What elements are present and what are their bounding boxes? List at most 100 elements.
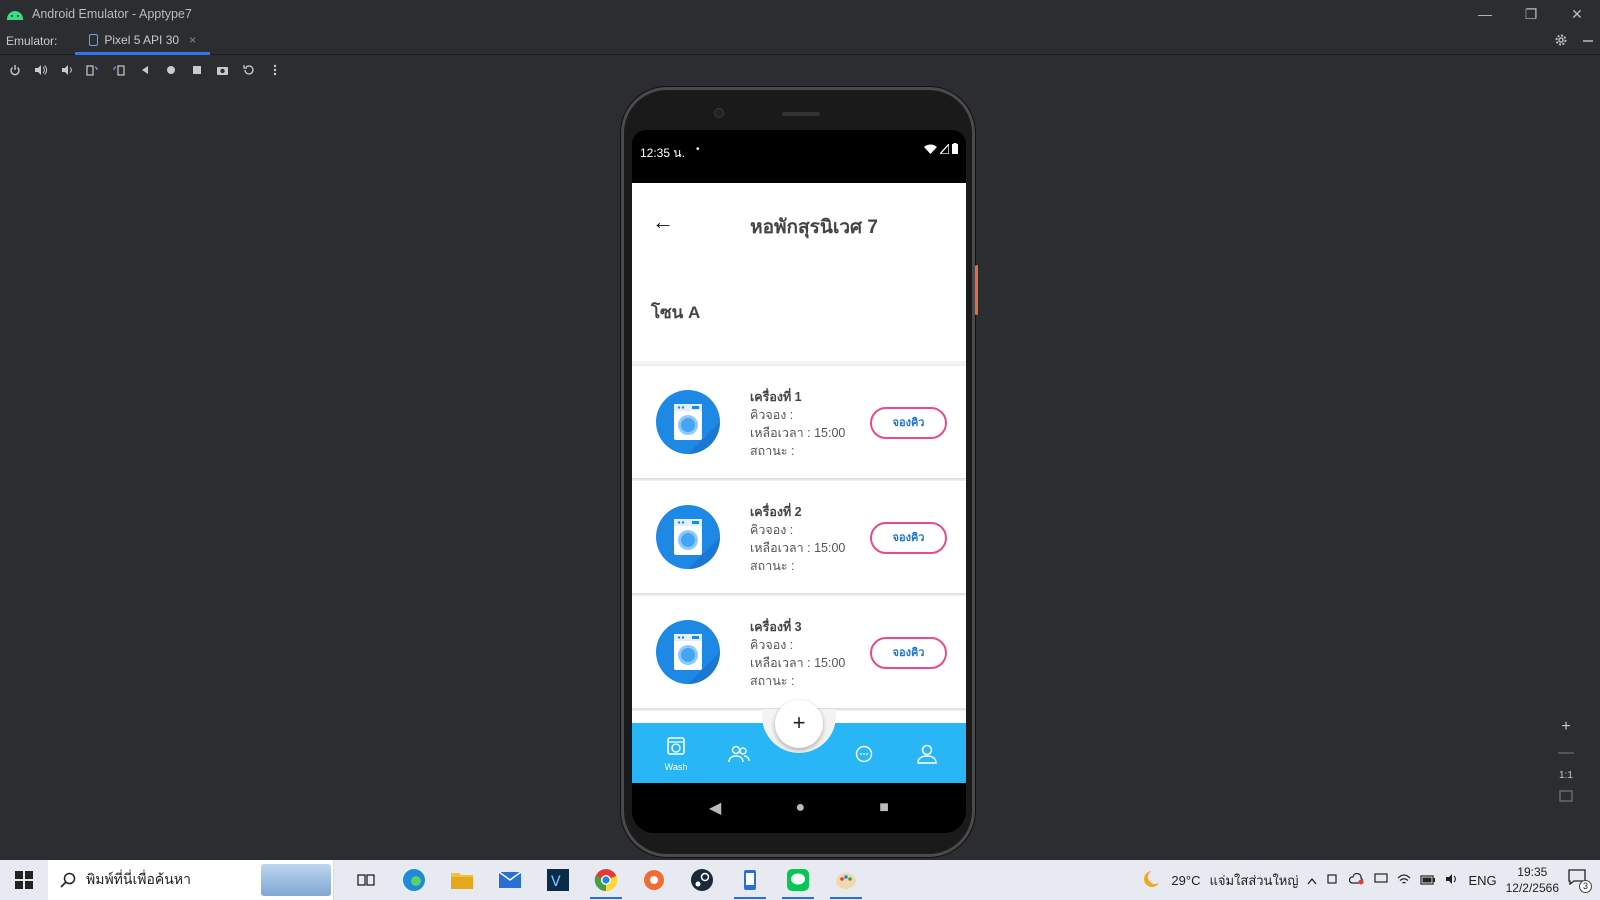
machine-name: เครื่องที่ 3 bbox=[750, 620, 802, 634]
device-icon bbox=[89, 33, 99, 46]
mail-icon[interactable] bbox=[486, 860, 534, 900]
onedrive-icon[interactable] bbox=[1349, 872, 1365, 888]
line-icon[interactable] bbox=[774, 860, 822, 900]
book-queue-button[interactable]: จองคิว bbox=[870, 637, 947, 669]
window-titlebar: Android Emulator - Apptype7 — ❐ ✕ bbox=[0, 0, 1600, 28]
machine-status: สถานะ : bbox=[750, 674, 795, 688]
visual-studio-icon[interactable]: V bbox=[534, 860, 582, 900]
rotate-left-icon[interactable] bbox=[84, 62, 101, 79]
wifi-tray-icon[interactable] bbox=[1397, 873, 1411, 888]
machine-queue: คิวจอง : bbox=[750, 408, 794, 422]
nav-community[interactable] bbox=[719, 745, 759, 768]
back-icon[interactable] bbox=[136, 62, 153, 79]
start-button[interactable] bbox=[0, 860, 48, 900]
front-camera bbox=[714, 108, 724, 118]
screenshot-icon[interactable] bbox=[214, 62, 231, 79]
volume-up-icon[interactable] bbox=[32, 62, 49, 79]
rotate-right-icon[interactable] bbox=[110, 62, 127, 79]
wifi-icon bbox=[924, 143, 937, 157]
earpiece-speaker bbox=[782, 112, 820, 116]
task-view-icon[interactable] bbox=[342, 860, 390, 900]
taskbar-clock[interactable]: 19:35 12/2/2566 bbox=[1506, 864, 1559, 896]
edge-icon[interactable] bbox=[390, 860, 438, 900]
notification-center-icon[interactable]: 3 bbox=[1568, 869, 1592, 893]
display-icon[interactable] bbox=[1374, 872, 1389, 888]
svg-text:V: V bbox=[551, 874, 561, 890]
file-explorer-icon[interactable] bbox=[438, 860, 486, 900]
machine-card: เครื่องที่ 3 คิวจอง : เหลือเวลา : 15:00 … bbox=[632, 595, 966, 708]
tab-pixel5[interactable]: Pixel 5 API 30 × bbox=[75, 28, 211, 55]
overview-icon[interactable] bbox=[188, 62, 205, 79]
sys-back-icon[interactable]: ◀ bbox=[709, 798, 721, 818]
zoom-in-button[interactable]: + bbox=[1561, 718, 1570, 736]
notification-dot: • bbox=[696, 144, 700, 155]
search-placeholder: พิมพ์ที่นี่เพื่อค้นหา bbox=[86, 871, 191, 887]
nav-wash[interactable]: Wash bbox=[656, 736, 696, 772]
taskbar-search[interactable]: พิมพ์ที่นี่เพื่อค้นหา bbox=[48, 860, 334, 900]
washer-nav-icon bbox=[667, 737, 685, 755]
machine-name: เครื่องที่ 1 bbox=[750, 390, 802, 404]
zoom-controls: + — 1:1 bbox=[1550, 718, 1582, 807]
steam-icon[interactable] bbox=[678, 860, 726, 900]
minimize-button[interactable]: — bbox=[1462, 0, 1508, 28]
users-icon bbox=[728, 745, 750, 763]
clock-date: 12/2/2566 bbox=[1505, 881, 1559, 895]
home-icon[interactable] bbox=[162, 62, 179, 79]
battery-icon bbox=[952, 143, 958, 157]
phone-screen: 12:35 น. • ← หอพักสุรนิเวศ 7 โซน A เครื่… bbox=[632, 130, 966, 833]
zoom-out-button[interactable]: — bbox=[1558, 744, 1574, 762]
status-time: 12:35 น. bbox=[640, 146, 685, 160]
zone-label: โซน A bbox=[651, 303, 701, 322]
windows-logo-icon bbox=[15, 871, 33, 889]
zone-section: โซน A bbox=[632, 263, 966, 361]
settings-icon[interactable] bbox=[1554, 33, 1568, 50]
window-title: Android Emulator - Apptype7 bbox=[32, 7, 192, 21]
system-navigation: ◀ ● ■ bbox=[632, 783, 966, 833]
app-header: ← หอพักสุรนิเวศ 7 bbox=[632, 183, 966, 263]
sys-recents-icon[interactable]: ■ bbox=[879, 799, 889, 817]
paint-icon[interactable] bbox=[822, 860, 870, 900]
power-side-button[interactable] bbox=[975, 265, 978, 315]
page-title: หอพักสุรนิเวศ 7 bbox=[750, 217, 878, 238]
more-options-icon[interactable] bbox=[266, 62, 283, 79]
search-icon bbox=[60, 872, 76, 888]
volume-down-icon[interactable] bbox=[58, 62, 75, 79]
restore-button[interactable]: ❐ bbox=[1508, 0, 1554, 28]
weather-temp: 29°C bbox=[1171, 872, 1201, 888]
nav-profile[interactable] bbox=[907, 744, 947, 769]
hide-panel-icon[interactable] bbox=[1582, 34, 1594, 50]
emulator-tabbar: Emulator: Pixel 5 API 30 × bbox=[0, 28, 1600, 55]
weather-desc: แจ่มใสส่วนใหญ่ bbox=[1209, 872, 1299, 888]
notification-count-badge: 3 bbox=[1579, 880, 1592, 893]
machine-status: สถานะ : bbox=[750, 559, 795, 573]
weather-icon[interactable] bbox=[1142, 869, 1163, 892]
tab-close-icon[interactable]: × bbox=[189, 33, 196, 47]
language-indicator[interactable]: ENG bbox=[1468, 873, 1496, 888]
close-window-button[interactable]: ✕ bbox=[1554, 0, 1600, 28]
zoom-fit-icon[interactable] bbox=[1559, 789, 1573, 807]
add-fab-button[interactable]: + bbox=[775, 700, 823, 748]
tray-expand-icon[interactable] bbox=[1307, 873, 1317, 888]
machine-status: สถานะ : bbox=[750, 444, 795, 458]
emulator-toolbar bbox=[0, 56, 1600, 84]
machine-name: เครื่องที่ 2 bbox=[750, 505, 802, 519]
book-queue-button[interactable]: จองคิว bbox=[870, 407, 947, 439]
book-queue-button[interactable]: จองคิว bbox=[870, 522, 947, 554]
battery-tray-icon[interactable] bbox=[1420, 873, 1436, 888]
android-studio-icon[interactable] bbox=[630, 860, 678, 900]
zoom-1to1-button[interactable]: 1:1 bbox=[1559, 770, 1573, 781]
machine-time-left: เหลือเวลา : 15:00 bbox=[750, 541, 846, 555]
volume-tray-icon[interactable] bbox=[1445, 873, 1459, 888]
washing-machine-icon bbox=[656, 620, 720, 684]
tab-label: Pixel 5 API 30 bbox=[104, 32, 180, 47]
chrome-icon[interactable] bbox=[582, 860, 630, 900]
machine-time-left: เหลือเวลา : 15:00 bbox=[750, 426, 846, 440]
washing-machine-icon bbox=[656, 505, 720, 569]
snapshot-icon[interactable] bbox=[240, 62, 257, 79]
nav-chat[interactable] bbox=[844, 745, 884, 768]
machine-card: เครื่องที่ 2 คิวจอง : เหลือเวลา : 15:00 … bbox=[632, 480, 966, 593]
emulator-app-icon[interactable] bbox=[726, 860, 774, 900]
power-icon[interactable] bbox=[6, 62, 23, 79]
meet-now-icon[interactable] bbox=[1326, 872, 1340, 889]
sys-home-icon[interactable]: ● bbox=[795, 799, 805, 817]
